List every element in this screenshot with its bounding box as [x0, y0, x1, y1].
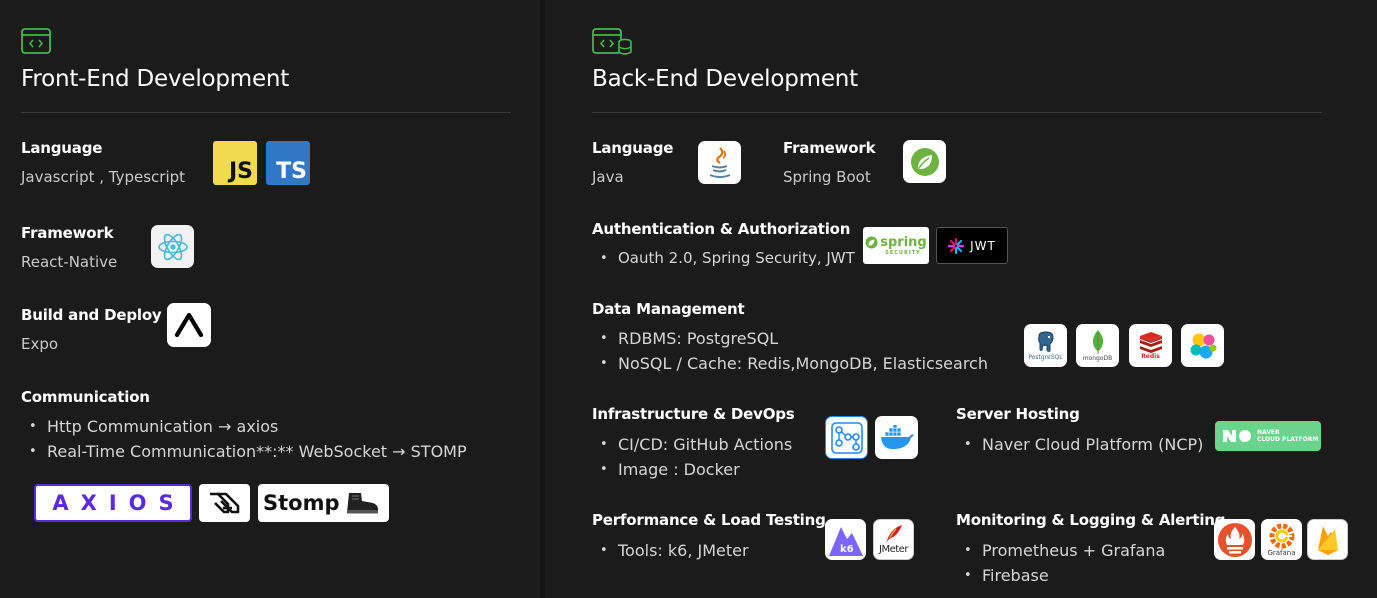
elephant-icon [1037, 331, 1054, 352]
jwt-star-icon [948, 237, 965, 254]
be-monitoring-list: Prometheus + Grafana Firebase [956, 538, 1165, 588]
jmeter-logo: JMeter [873, 519, 914, 560]
spring-leaf-icon [910, 147, 939, 176]
be-data-label: Data Management [592, 300, 745, 318]
expo-icon [174, 312, 204, 338]
be-infra-list: CI/CD: GitHub Actions Image : Docker [592, 432, 792, 482]
fe-build-value: Expo [21, 335, 59, 353]
redis-cube-icon [1139, 332, 1162, 353]
firebase-logo [1307, 519, 1348, 560]
list-item: Oauth 2.0, Spring Security, JWT [592, 246, 855, 271]
list-item: Http Communication → axios [21, 414, 467, 439]
be-monitoring-label: Monitoring & Logging & Alerting [956, 511, 1226, 529]
websocket-logo [199, 484, 250, 522]
axios-logo: AXIOS [34, 484, 192, 522]
java-icon [709, 146, 730, 178]
backend-divider [592, 112, 1322, 113]
jwt-logo: JWT [936, 227, 1008, 264]
backend-title: Back-End Development [592, 66, 858, 92]
mongodb-logo: mongoDB [1076, 324, 1119, 367]
backend-panel: Back-End Development Language Java Frame… [545, 0, 1377, 598]
code-database-icon [592, 28, 632, 55]
list-item: RDBMS: PostgreSQL [592, 326, 988, 351]
k6-logo: k6 [825, 519, 866, 560]
be-auth-label: Authentication & Authorization [592, 220, 851, 238]
be-framework-value: Spring Boot [783, 168, 871, 186]
redis-logo: Redis [1129, 324, 1172, 367]
firebase-flame-icon [1317, 525, 1338, 555]
react-icon [157, 233, 188, 260]
github-actions-logo [825, 416, 868, 459]
fe-language-label: Language [21, 139, 103, 157]
list-item: Prometheus + Grafana [956, 538, 1165, 563]
fe-framework-label: Framework [21, 224, 114, 242]
k6-mountain-icon: k6 [828, 526, 863, 556]
spring-boot-logo [903, 140, 946, 183]
svg-text:k6: k6 [840, 544, 854, 555]
code-window-icon [21, 28, 51, 54]
java-logo [698, 141, 741, 184]
list-item: Tools: k6, JMeter [592, 538, 749, 563]
naver-mark-icon [1223, 430, 1251, 442]
frontend-title: Front-End Development [21, 66, 290, 92]
elasticsearch-logo [1181, 324, 1224, 367]
docker-logo [875, 416, 918, 459]
list-item: Naver Cloud Platform (NCP) [956, 432, 1203, 457]
be-infra-label: Infrastructure & DevOps [592, 405, 795, 423]
grafana-swirl-icon [1269, 523, 1294, 548]
feather-icon [885, 525, 902, 543]
spring-leaf-icon [865, 236, 878, 249]
be-perf-list: Tools: k6, JMeter [592, 538, 749, 563]
list-item: CI/CD: GitHub Actions [592, 432, 792, 457]
list-item: NoSQL / Cache: Redis,MongoDB, Elasticsea… [592, 351, 988, 376]
be-perf-label: Performance & Load Testing [592, 511, 826, 529]
fe-language-value: Javascript , Typescript [21, 168, 186, 186]
websocket-icon [209, 492, 239, 514]
be-language-value: Java [592, 168, 624, 186]
frontend-divider [21, 112, 511, 113]
react-logo [151, 225, 194, 268]
be-auth-list: Oauth 2.0, Spring Security, JWT [592, 246, 855, 271]
spring-security-logo: spring SECURITY [863, 227, 929, 264]
grafana-logo: Grafana [1261, 519, 1302, 560]
list-item: Firebase [956, 563, 1165, 588]
be-language-label: Language [592, 139, 674, 157]
typescript-logo: TS [266, 141, 310, 185]
workflow-icon [830, 421, 863, 454]
docker-whale-icon [880, 424, 914, 449]
fe-build-label: Build and Deploy [21, 306, 162, 324]
fe-framework-value: React-Native [21, 253, 118, 271]
postgresql-logo: PostgreSQL [1024, 324, 1067, 367]
stomp-logo: Stomp [258, 484, 389, 522]
frontend-panel: Front-End Development Language Javascrip… [0, 0, 540, 598]
prometheus-flame-icon [1217, 522, 1252, 557]
prometheus-logo [1214, 519, 1255, 560]
be-hosting-list: Naver Cloud Platform (NCP) [956, 432, 1203, 457]
list-item: Image : Docker [592, 457, 792, 482]
ncp-logo: NAVER CLOUD PLATFORM [1215, 421, 1321, 451]
expo-logo [167, 303, 211, 347]
javascript-logo: JS [213, 141, 257, 185]
be-framework-label: Framework [783, 139, 876, 157]
be-data-list: RDBMS: PostgreSQL NoSQL / Cache: Redis,M… [592, 326, 988, 376]
list-item: Real-Time Communication**:** WebSocket →… [21, 439, 467, 464]
fe-communication-list: Http Communication → axios Real-Time Com… [21, 414, 467, 464]
mongodb-leaf-icon [1092, 330, 1103, 354]
elastic-icon [1190, 333, 1216, 358]
boot-icon [346, 493, 378, 514]
fe-communication-label: Communication [21, 388, 150, 406]
be-hosting-label: Server Hosting [956, 405, 1080, 423]
